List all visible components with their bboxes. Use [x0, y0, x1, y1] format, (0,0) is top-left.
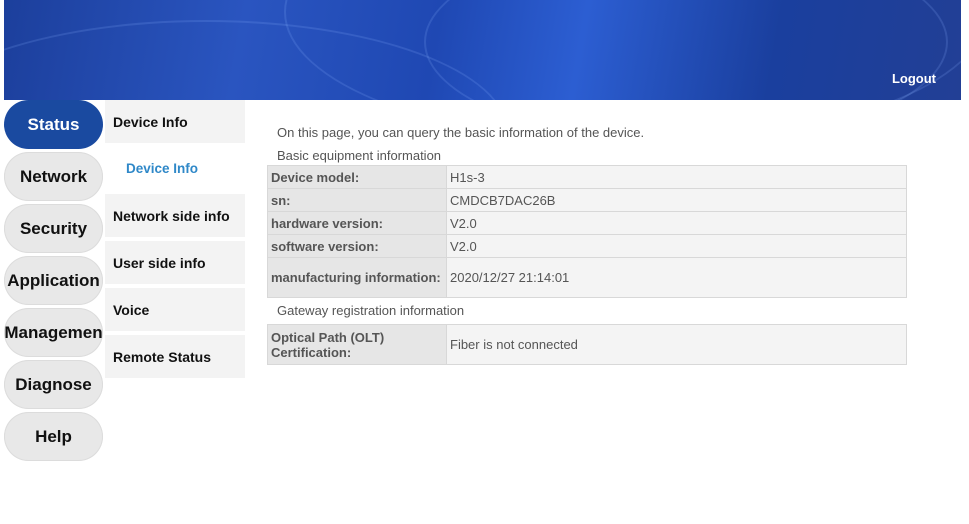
row-value: H1s-3 [446, 165, 907, 189]
nav-application[interactable]: Application [4, 256, 103, 305]
nav-help[interactable]: Help [4, 412, 103, 461]
banner-decoration [424, 0, 948, 100]
subnav-device-info-selected[interactable]: Device Info [105, 147, 245, 190]
table-row: software version: V2.0 [267, 234, 907, 258]
row-label: sn: [267, 188, 447, 212]
gateway-info-table: Optical Path (OLT) Certification: Fiber … [267, 324, 907, 365]
header-banner: Logout [4, 0, 961, 100]
main-content: On this page, you can query the basic in… [267, 122, 907, 365]
subnav-user-side-info[interactable]: User side info [105, 241, 245, 284]
nav-security[interactable]: Security [4, 204, 103, 253]
row-label: Device model: [267, 165, 447, 189]
sub-nav: Device Info Device Info Network side inf… [105, 100, 245, 382]
row-value: CMDCB7DAC26B [446, 188, 907, 212]
page-description: On this page, you can query the basic in… [277, 125, 645, 140]
table-row: Device model: H1s-3 [267, 165, 907, 189]
table-row: sn: CMDCB7DAC26B [267, 188, 907, 212]
basic-info-table: Device model: H1s-3 sn: CMDCB7DAC26B har… [267, 165, 907, 298]
nav-diagnose[interactable]: Diagnose [4, 360, 103, 409]
nav-status[interactable]: Status [4, 100, 103, 149]
nav-network[interactable]: Network [4, 152, 103, 201]
row-value: V2.0 [446, 234, 907, 258]
main-nav: Status Network Security Application Mana… [4, 100, 103, 464]
row-label: software version: [267, 234, 447, 258]
gateway-info-title: Gateway registration information [277, 303, 465, 318]
subnav-voice[interactable]: Voice [105, 288, 245, 331]
subnav-device-info[interactable]: Device Info [105, 100, 245, 143]
row-label: manufacturing information: [267, 257, 447, 298]
subnav-network-side-info[interactable]: Network side info [105, 194, 245, 237]
table-row: Optical Path (OLT) Certification: Fiber … [267, 324, 907, 365]
row-label: hardware version: [267, 211, 447, 235]
row-label: Optical Path (OLT) Certification: [267, 324, 447, 365]
nav-management[interactable]: Managemen [4, 308, 103, 357]
logout-link[interactable]: Logout [892, 71, 936, 86]
table-row: manufacturing information: 2020/12/27 21… [267, 257, 907, 298]
row-value: V2.0 [446, 211, 907, 235]
row-value: Fiber is not connected [446, 324, 907, 365]
basic-info-title: Basic equipment information [277, 148, 442, 163]
subnav-remote-status[interactable]: Remote Status [105, 335, 245, 378]
row-value: 2020/12/27 21:14:01 [446, 257, 907, 298]
table-row: hardware version: V2.0 [267, 211, 907, 235]
